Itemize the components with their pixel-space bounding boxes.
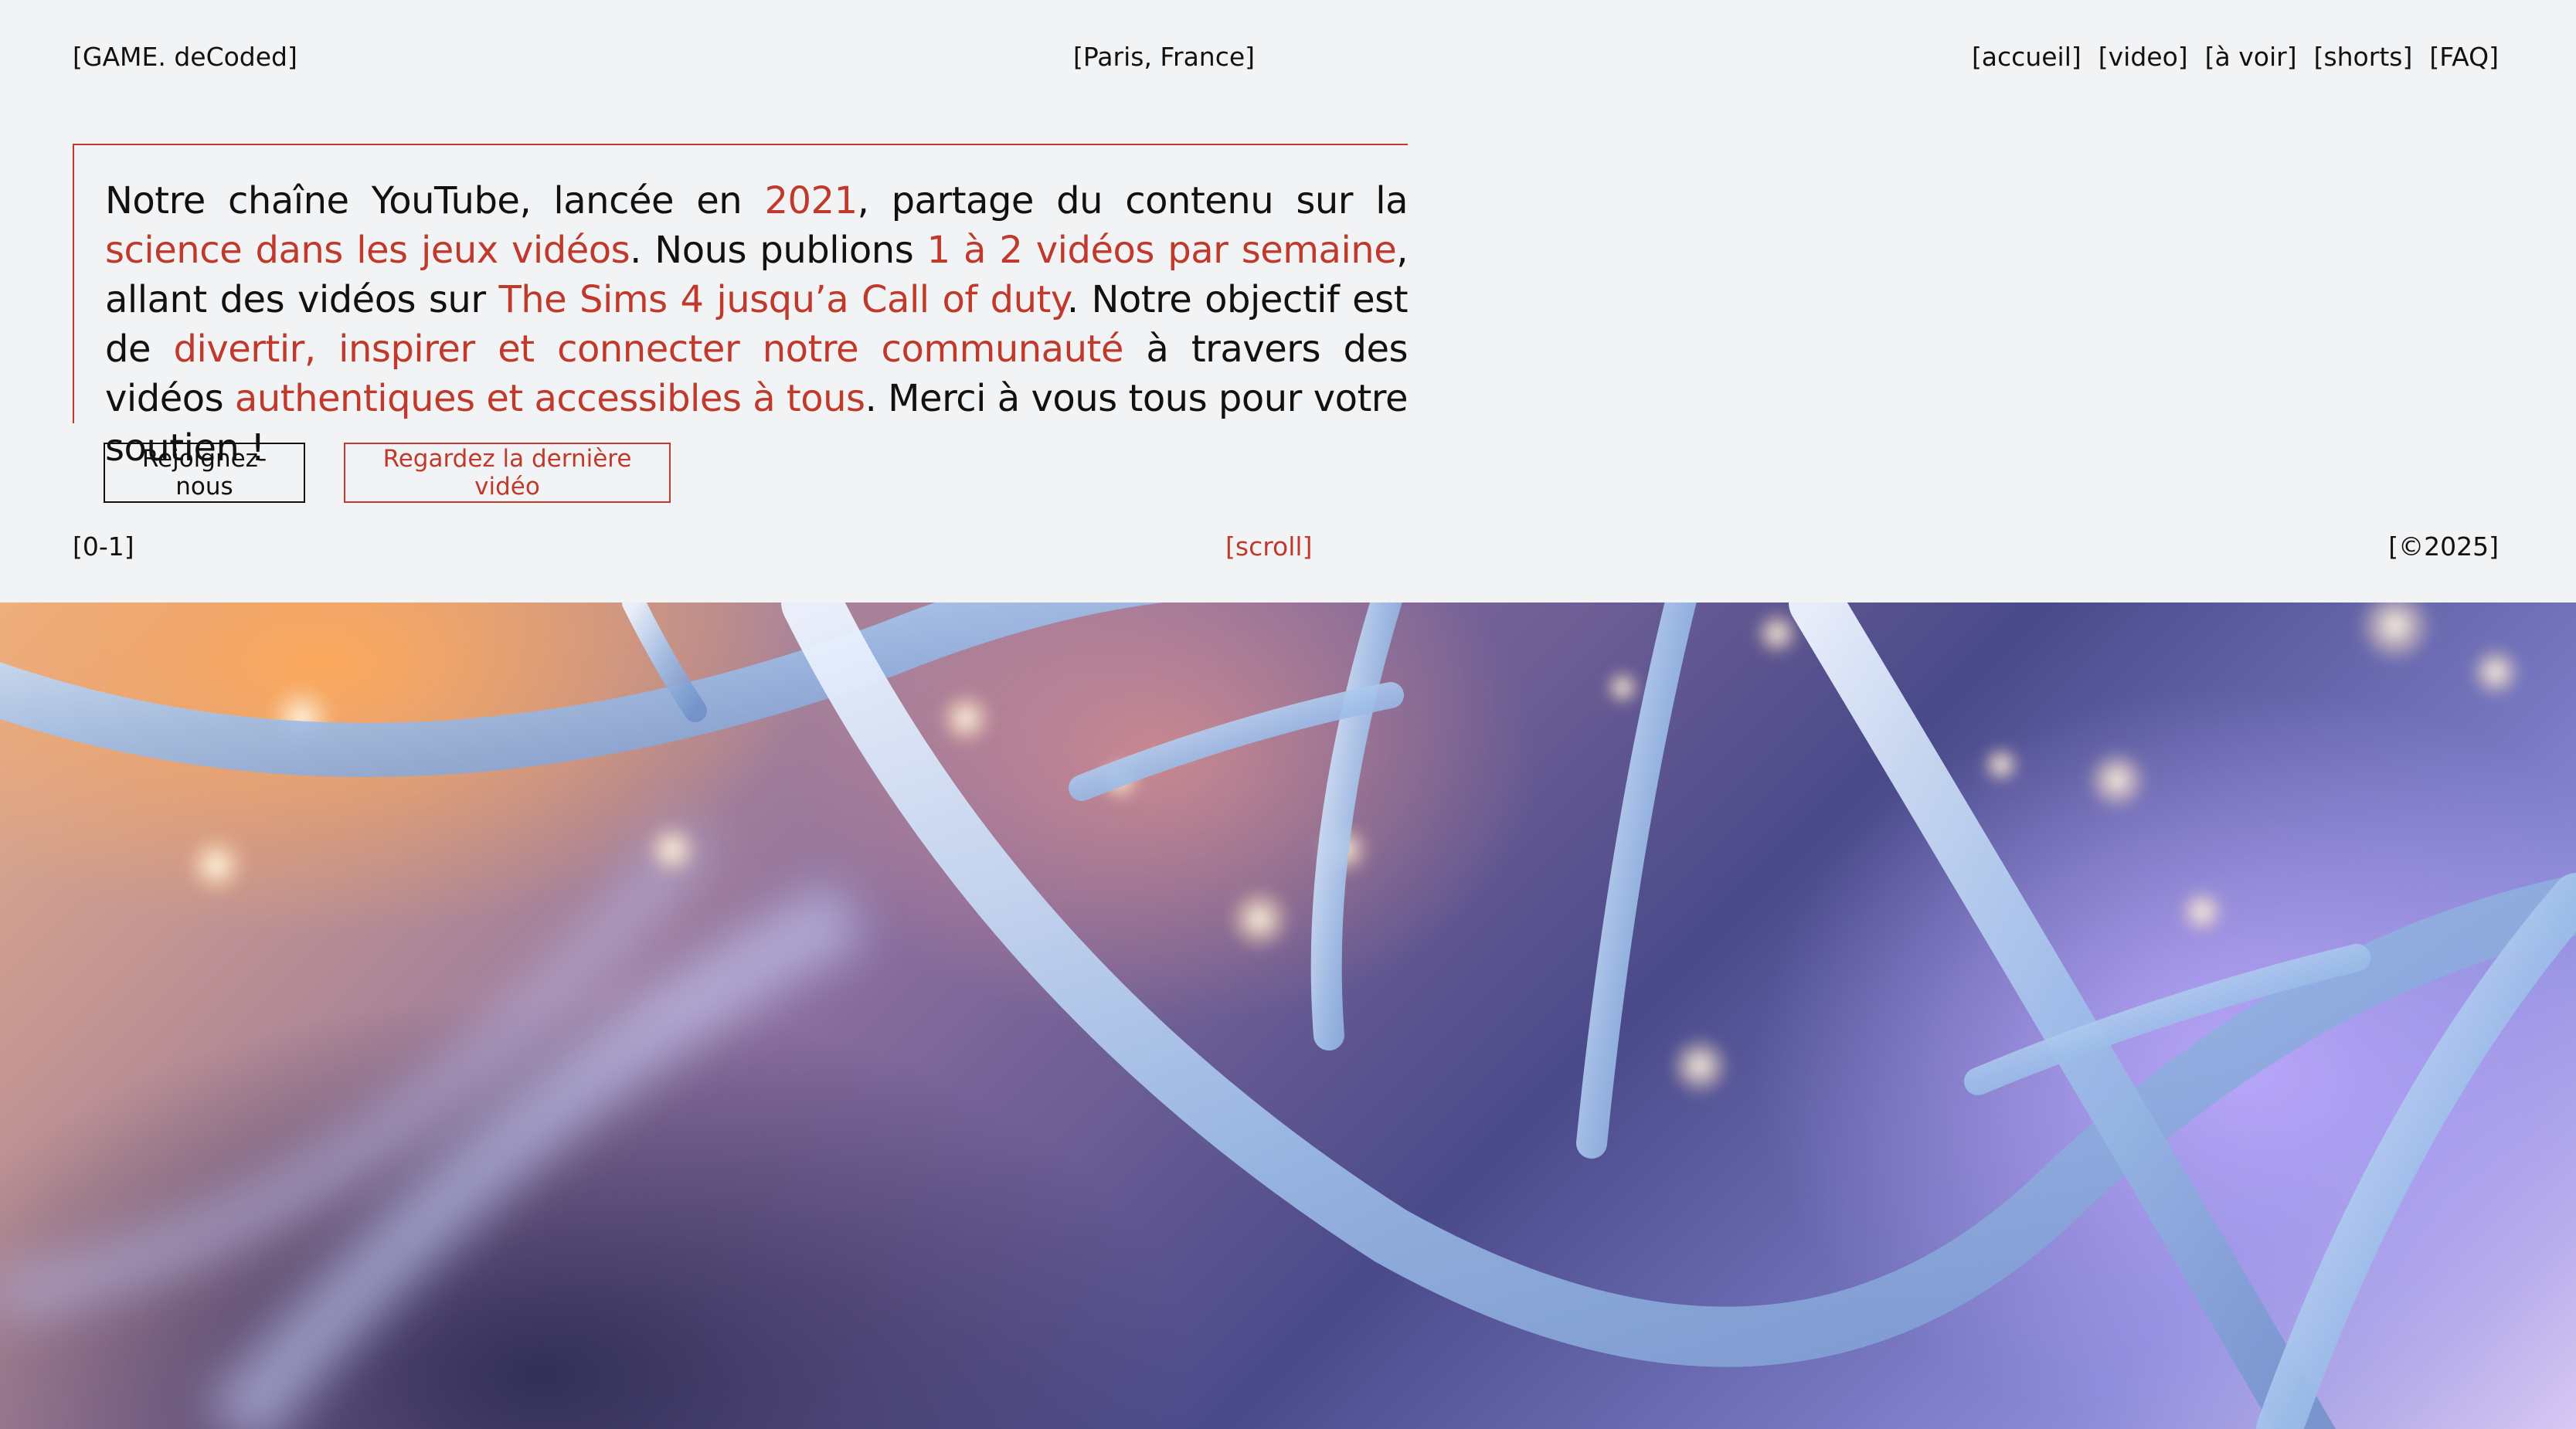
- intro-highlight-games: The Sims 4 jusqu’a Call of duty: [498, 278, 1067, 321]
- location-label: [Paris, France]: [1073, 42, 1256, 72]
- dna-helix-image: [0, 602, 2576, 1429]
- intro-paragraph: Notre chaîne YouTube, lancée en 2021, pa…: [105, 176, 1409, 473]
- slide-counter: [0-1]: [73, 531, 134, 562]
- main-nav: [accueil] [video] [à voir] [shorts] [FAQ…: [1972, 40, 2499, 74]
- intro-text-segment: , partage du contenu sur la: [857, 179, 1409, 222]
- page: [GAME. deCoded] [Paris, France] [accueil…: [0, 0, 2576, 1429]
- join-button[interactable]: Rejoignez-nous: [104, 443, 305, 503]
- intro-panel: Notre chaîne YouTube, lancée en 2021, pa…: [73, 144, 1409, 470]
- top-bar: [GAME. deCoded] [Paris, France] [accueil…: [73, 40, 2499, 74]
- intro-text-segment: Notre chaîne YouTube, lancée en: [105, 179, 765, 222]
- intro-highlight-goal: divertir, inspirer et connecter notre co…: [173, 328, 1124, 371]
- nav-a-voir[interactable]: [à voir]: [2205, 40, 2297, 74]
- cta-row: Rejoignez-nous Regardez la dernière vidé…: [104, 443, 671, 503]
- intro-highlight-frequency: 1 à 2 vidéos par semaine: [926, 229, 1397, 272]
- meta-row: [0-1] [scroll] [©2025]: [73, 530, 2499, 564]
- nav-faq[interactable]: [FAQ]: [2429, 40, 2499, 74]
- intro-highlight-values: authentiques et accessibles à tous: [234, 377, 865, 420]
- dna-helix-illustration: [0, 602, 2576, 1429]
- nav-shorts[interactable]: [shorts]: [2314, 40, 2413, 74]
- scroll-link[interactable]: [scroll]: [1225, 530, 1312, 564]
- nav-video[interactable]: [video]: [2099, 40, 2188, 74]
- intro-text-segment: . Nous publions: [630, 229, 927, 272]
- intro-highlight-topic: science dans les jeux vidéos: [105, 229, 630, 272]
- latest-video-button[interactable]: Regardez la dernière vidéo: [344, 443, 671, 503]
- copyright-label: [©2025]: [2388, 531, 2499, 562]
- intro-highlight-year: 2021: [764, 179, 858, 222]
- nav-accueil[interactable]: [accueil]: [1972, 40, 2082, 74]
- brand-logo-text[interactable]: [GAME. deCoded]: [73, 40, 297, 74]
